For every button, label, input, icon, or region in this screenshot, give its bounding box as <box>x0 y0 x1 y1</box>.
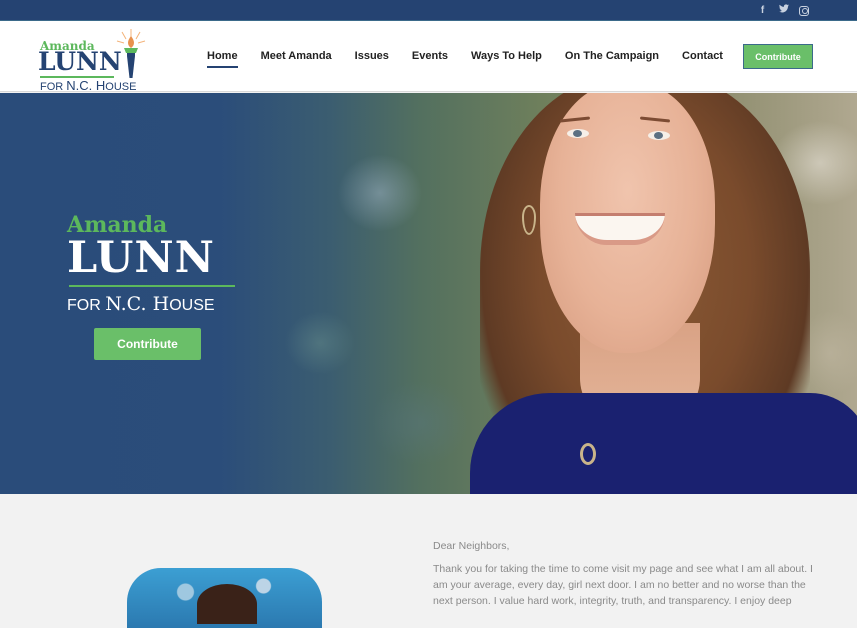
nav-issues[interactable]: Issues <box>355 50 389 66</box>
hero-sub-part: N.C. H <box>105 293 170 315</box>
intro-section: Dear Neighbors, Thank you for taking the… <box>0 494 857 628</box>
hero-title: Amanda LUNN FOR N.C. HOUSE <box>67 213 235 315</box>
instagram-icon[interactable] <box>799 5 809 16</box>
photo-head <box>197 584 257 624</box>
logo-last-name: LUNN <box>38 47 122 76</box>
portrait-eye <box>648 131 670 140</box>
portrait-eye <box>567 129 589 138</box>
portrait-shirt <box>470 393 857 494</box>
logo-sub-part: OUSE <box>105 81 137 93</box>
logo-sub-part: N.C. H <box>66 78 106 93</box>
hero-sub-part: OUSE <box>169 297 215 314</box>
header-contribute-button[interactable]: Contribute <box>743 44 813 69</box>
logo-sub-part: FOR <box>40 81 67 93</box>
site-header: Amanda LUNN FOR N.C. HOUSE Home Meet Ama… <box>0 21 857 93</box>
nav-events[interactable]: Events <box>412 50 448 66</box>
nav-on-the-campaign[interactable]: On The Campaign <box>565 50 659 66</box>
candidate-photo <box>127 568 322 628</box>
hero-banner: Amanda LUNN FOR N.C. HOUSE Contribute <box>0 93 857 494</box>
letter-body: Thank you for taking the time to come vi… <box>433 563 813 607</box>
hero-sub-part: FOR <box>67 297 106 314</box>
logo-subtitle: FOR N.C. HOUSE <box>40 78 136 93</box>
nav-contact[interactable]: Contact <box>682 50 723 66</box>
portrait-pendant <box>580 443 596 465</box>
hero-subtitle: FOR N.C. HOUSE <box>67 293 235 315</box>
top-bar: f <box>0 0 857 21</box>
hero-contribute-button[interactable]: Contribute <box>94 328 201 360</box>
facebook-icon[interactable]: f <box>757 5 768 17</box>
nav-home[interactable]: Home <box>207 50 238 68</box>
welcome-letter: Dear Neighbors, Thank you for taking the… <box>433 538 823 616</box>
letter-greeting: Dear Neighbors, <box>433 540 510 552</box>
main-nav: Home Meet Amanda Issues Events Ways To H… <box>207 50 746 68</box>
social-links: f <box>757 4 809 17</box>
site-logo[interactable]: Amanda LUNN FOR N.C. HOUSE <box>38 28 148 93</box>
hero-last-name: LUNN <box>67 233 215 283</box>
twitter-icon[interactable] <box>778 4 789 17</box>
nav-ways-to-help[interactable]: Ways To Help <box>471 50 542 66</box>
hero-divider <box>69 285 235 287</box>
nav-meet-amanda[interactable]: Meet Amanda <box>261 50 332 66</box>
